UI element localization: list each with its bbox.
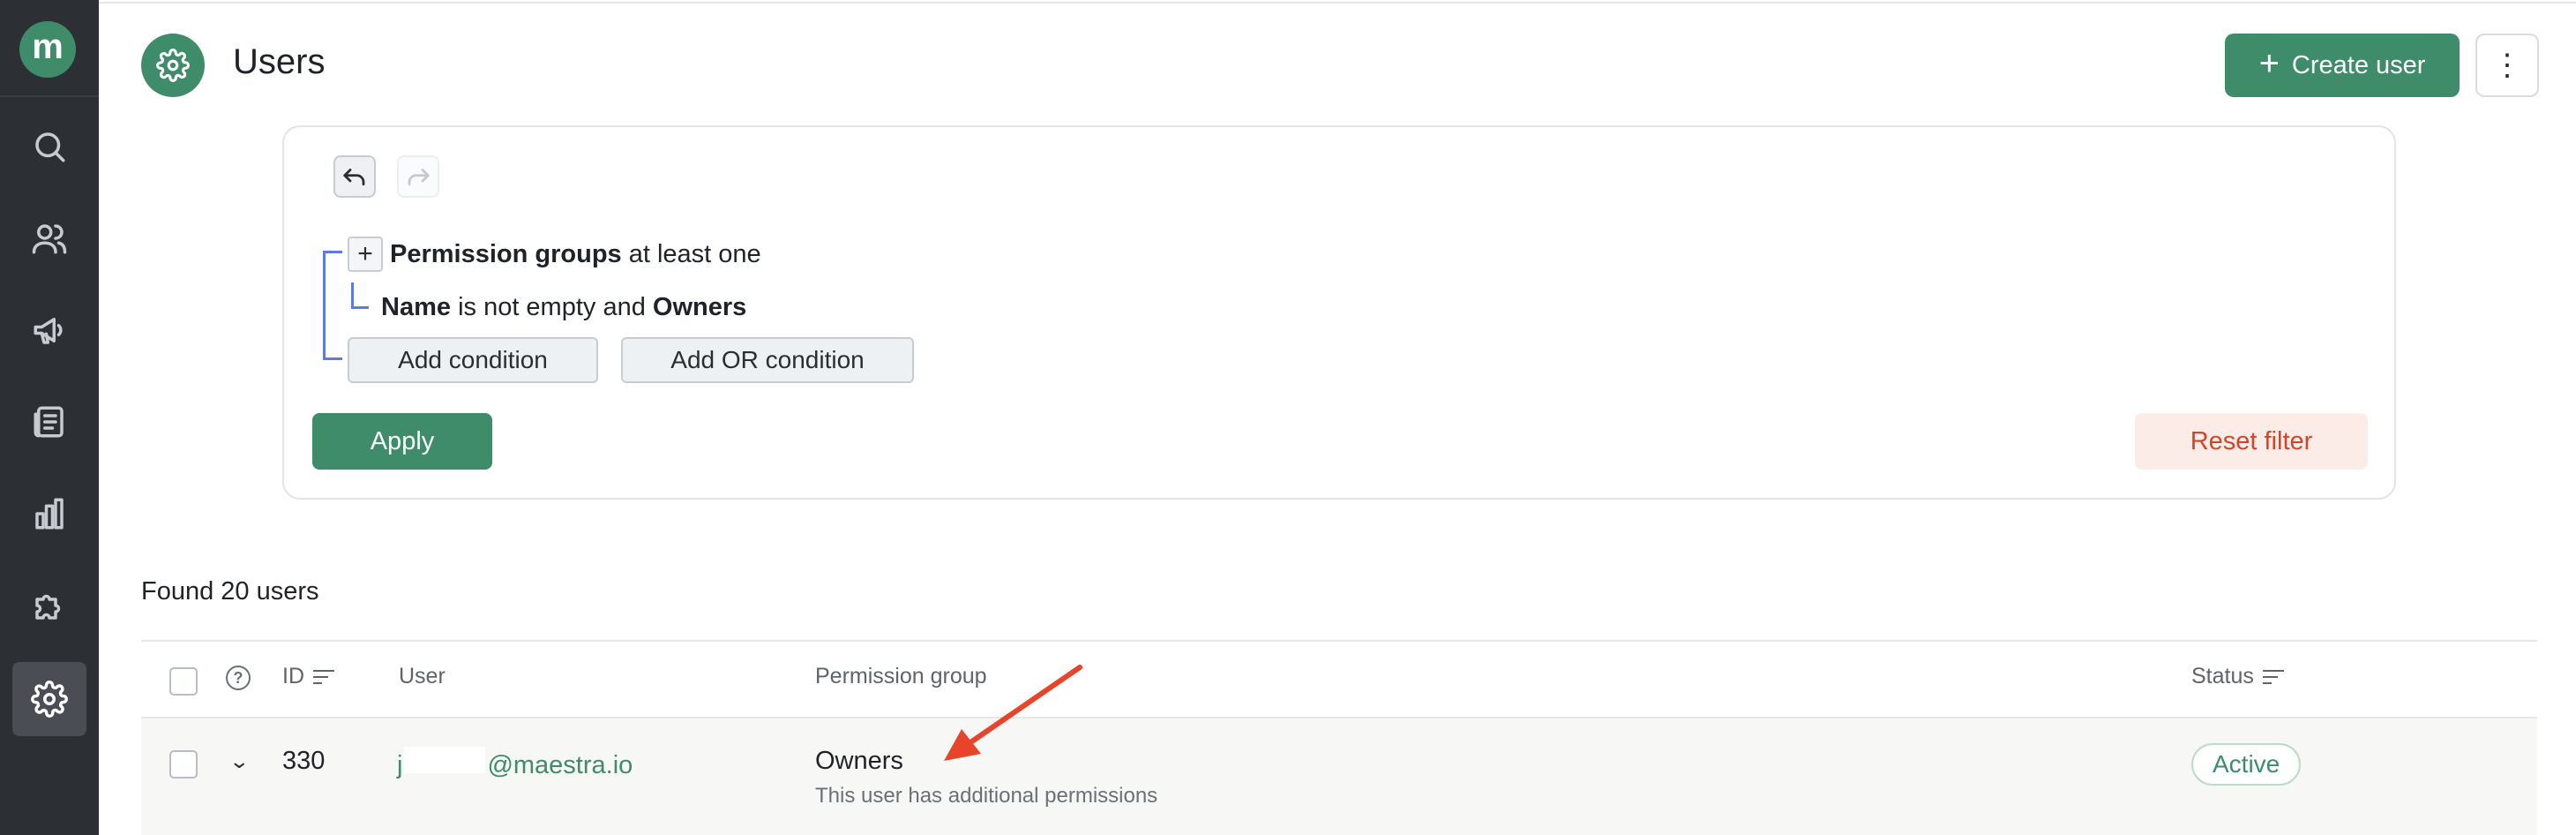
more-vertical-icon: ⋮ bbox=[2492, 49, 2522, 82]
plus-icon: + bbox=[2258, 44, 2280, 83]
sort-icon[interactable] bbox=[313, 667, 336, 687]
help-mark: ? bbox=[233, 668, 243, 687]
column-label: User bbox=[399, 664, 446, 688]
condition-group-bracket bbox=[323, 251, 342, 360]
filter-panel: + Permission groups at least one Name is… bbox=[282, 125, 2396, 500]
select-all-checkbox[interactable] bbox=[169, 667, 198, 696]
news-icon bbox=[34, 406, 64, 438]
user-email-prefix: j bbox=[397, 751, 403, 779]
redo-icon bbox=[408, 169, 430, 186]
app-logo[interactable]: m bbox=[19, 21, 76, 78]
condition-value: Owners bbox=[652, 293, 747, 321]
gear-icon bbox=[156, 49, 190, 82]
user-email-link[interactable]: j @maestra.io bbox=[397, 747, 633, 780]
page-title: Users bbox=[233, 42, 326, 81]
help-icon[interactable]: ? bbox=[226, 666, 251, 690]
condition-operator: is not empty and bbox=[458, 293, 646, 321]
user-id: 330 bbox=[282, 747, 326, 775]
sidebar: m bbox=[0, 0, 99, 835]
permission-note: This user has additional permissions bbox=[815, 784, 1158, 808]
column-label: ID bbox=[282, 664, 304, 688]
sidebar-item-users[interactable] bbox=[12, 201, 86, 275]
chevron-down-icon[interactable]: ⌄ bbox=[228, 750, 250, 773]
sort-icon[interactable] bbox=[2262, 667, 2286, 687]
condition-permission-groups[interactable]: Permission groups at least one bbox=[390, 240, 761, 269]
more-options-button[interactable]: ⋮ bbox=[2475, 34, 2539, 97]
puzzle-icon bbox=[35, 594, 61, 620]
megaphone-icon bbox=[34, 318, 63, 344]
redo-button[interactable] bbox=[397, 155, 439, 198]
sidebar-item-content[interactable] bbox=[12, 385, 86, 459]
logo-letter: m bbox=[32, 27, 64, 66]
condition-field: Name bbox=[381, 293, 451, 321]
row-checkbox[interactable] bbox=[169, 750, 198, 779]
column-label: Status bbox=[2191, 664, 2254, 688]
sidebar-item-integrations[interactable] bbox=[12, 568, 86, 643]
status-badge: Active bbox=[2191, 743, 2302, 786]
condition-field: Permission groups bbox=[390, 240, 622, 268]
sidebar-item-search[interactable] bbox=[12, 109, 86, 184]
apply-button[interactable]: Apply bbox=[312, 413, 492, 470]
expand-condition-button[interactable]: + bbox=[348, 237, 383, 272]
reset-filter-button[interactable]: Reset filter bbox=[2135, 413, 2368, 470]
search-icon bbox=[35, 132, 65, 162]
sidebar-item-campaigns[interactable] bbox=[12, 293, 86, 367]
sidebar-item-settings[interactable] bbox=[12, 662, 86, 736]
column-header-user: User bbox=[399, 664, 446, 689]
user-email-suffix: @maestra.io bbox=[487, 751, 633, 779]
add-or-condition-button[interactable]: Add OR condition bbox=[621, 337, 914, 383]
column-header-id[interactable]: ID bbox=[282, 664, 336, 689]
column-header-status[interactable]: Status bbox=[2191, 664, 2286, 689]
create-user-button[interactable]: + Create user bbox=[2225, 34, 2460, 97]
add-condition-button[interactable]: Add condition bbox=[348, 337, 598, 383]
top-border bbox=[99, 0, 2576, 4]
bar-chart-icon bbox=[35, 498, 64, 530]
sidebar-divider bbox=[0, 95, 99, 97]
sub-condition-connector bbox=[351, 282, 369, 309]
page-icon bbox=[141, 34, 205, 97]
undo-icon bbox=[343, 169, 365, 186]
condition-name[interactable]: Name is not empty and Owners bbox=[381, 293, 746, 322]
create-user-label: Create user bbox=[2291, 50, 2426, 79]
condition-operator: at least one bbox=[628, 240, 761, 268]
undo-button[interactable] bbox=[333, 155, 376, 198]
permission-group-value: Owners bbox=[815, 747, 903, 775]
table-top-divider bbox=[141, 640, 2537, 642]
users-icon bbox=[32, 224, 67, 254]
plus-icon: + bbox=[357, 239, 373, 268]
gear-icon bbox=[31, 681, 68, 718]
annotation-arrow bbox=[944, 665, 1082, 761]
redaction-block bbox=[404, 747, 486, 773]
results-count: Found 20 users bbox=[141, 577, 319, 606]
sidebar-item-analytics[interactable] bbox=[12, 477, 86, 551]
